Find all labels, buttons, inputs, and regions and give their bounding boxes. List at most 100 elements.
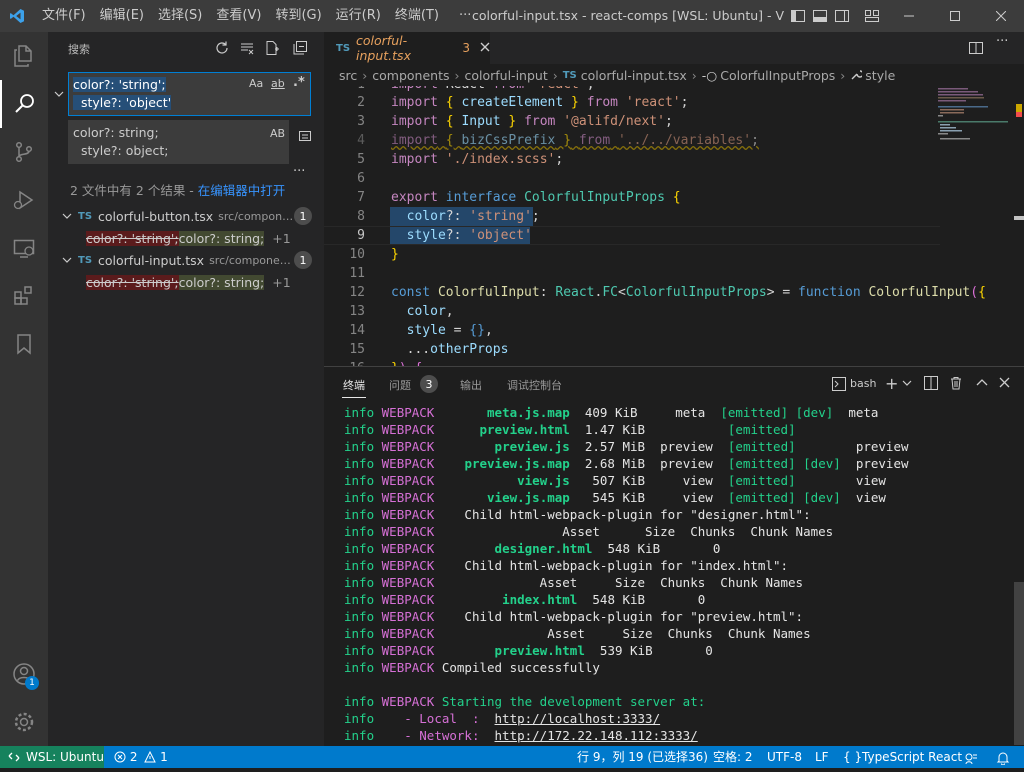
end-of-line[interactable]: LF (815, 746, 829, 768)
terminal-line: info WEBPACK preview.html 1.47 KiB [emit… (344, 422, 796, 437)
result-file-item[interactable]: TS colorful-input.tsx src/components/col… (62, 249, 320, 271)
accounts-icon[interactable]: 1 (0, 650, 48, 698)
language-mode[interactable]: TypeScript React (862, 746, 962, 768)
result-match-item[interactable]: color?: 'string';color?: string; +1 (86, 231, 291, 246)
preserve-case-button[interactable]: AB (270, 125, 285, 143)
bookmarks-icon[interactable] (0, 320, 48, 368)
terminal-line: info WEBPACK Compiled successfully (344, 660, 600, 675)
kill-terminal-trash-icon[interactable] (949, 376, 963, 394)
run-debug-icon[interactable] (0, 176, 48, 224)
terminal-output[interactable]: info WEBPACK meta.js.map 409 KiB meta [e… (344, 404, 1014, 747)
tab-terminal[interactable]: 终端 (343, 377, 365, 393)
source-control-icon[interactable] (0, 128, 48, 176)
result-file-item[interactable]: TS colorful-button.tsx src/components/co… (62, 205, 320, 227)
results-summary: 2 文件中有 2 个结果 - 在编辑器中打开 (70, 183, 286, 198)
breadcrumb-item[interactable]: ColorfulInputProps (720, 68, 835, 83)
code-line: 9 style?: 'object' (357, 228, 532, 243)
replace-line-2: style?: object; (80, 143, 169, 158)
indentation[interactable]: 空格: 2 (713, 746, 753, 768)
terminal-line: info WEBPACK preview.js.map 2.68 MiB pre… (344, 456, 909, 471)
toggle-primary-sidebar-icon[interactable] (790, 8, 806, 24)
window-title: colorful-input.tsx - react-comps [WSL: U… (472, 8, 784, 23)
cursor-position[interactable]: 行 9，列 19 (已选择36) (577, 746, 708, 768)
more-actions-icon[interactable]: ··· (996, 34, 1008, 49)
breadcrumb-item[interactable]: style (865, 68, 895, 83)
explorer-icon[interactable] (0, 32, 48, 80)
terminal-dropdown-chevron-icon[interactable] (902, 377, 912, 392)
toggle-panel-icon[interactable] (812, 8, 828, 24)
tab-problems-count: 3 (462, 41, 470, 55)
problems-status[interactable]: 2 1 (114, 746, 168, 768)
match-case-button[interactable]: Aa (249, 77, 263, 90)
bottom-panel: 终端 问题 3 输出 调试控制台 bash + info WEBPACK met… (324, 366, 1024, 746)
new-search-editor-icon[interactable] (264, 40, 280, 56)
replace-input[interactable]: color?: string; style?: object; AB (68, 120, 289, 164)
code-editor[interactable]: 1import React from 'react'; 2import { cr… (324, 86, 1024, 366)
minimap[interactable] (934, 86, 1014, 366)
search-input[interactable]: color?: 'string'; style?: 'object' Aa ab… (68, 72, 311, 116)
tab-output[interactable]: 输出 (460, 377, 482, 393)
split-terminal-icon[interactable] (924, 376, 938, 394)
refresh-icon[interactable] (214, 40, 230, 56)
tab-debug-console[interactable]: 调试控制台 (507, 377, 562, 393)
menu-view[interactable]: 查看(V) (209, 0, 268, 32)
tab-label: colorful-input.tsx (356, 33, 411, 63)
code-line: 15 ...otherProps (349, 342, 509, 357)
extensions-icon[interactable] (0, 272, 48, 320)
close-tab-icon[interactable] (480, 41, 490, 56)
code-line: 16}) { (324, 359, 940, 366)
menu-run[interactable]: 运行(R) (329, 0, 388, 32)
collapse-all-icon[interactable] (292, 40, 308, 56)
replace-all-icon[interactable] (297, 128, 313, 148)
terminal-shell-name[interactable]: bash (850, 377, 876, 390)
search-view-icon[interactable] (0, 80, 48, 128)
toggle-replace-chevron-icon[interactable] (53, 88, 65, 104)
notifications-bell-icon[interactable] (996, 750, 1010, 772)
code-line: 8 color?: 'string'; (357, 209, 540, 224)
close-window-button[interactable] (978, 0, 1024, 32)
result-match-item[interactable]: color?: 'string';color?: string; +1 (86, 275, 291, 290)
breadcrumb-item[interactable]: colorful-input.tsx (581, 68, 687, 83)
sidebar-title: 搜索 (68, 43, 90, 56)
remote-indicator[interactable]: WSL: Ubuntu (0, 746, 104, 768)
menu-terminal[interactable]: 终端(T) (388, 0, 446, 32)
editor-tab-bar: TS colorful-input.tsx 3 ··· (324, 32, 1024, 64)
code-line: 5 import './index.scss'; (357, 152, 564, 167)
terminal-line: info WEBPACK index.html 548 KiB 0 (344, 592, 706, 607)
new-terminal-icon[interactable]: + (885, 374, 898, 393)
code-line: 2 import { createElement } from 'react'; (357, 95, 689, 110)
tab-problems[interactable]: 问题 (389, 377, 411, 393)
remote-explorer-icon[interactable] (0, 224, 48, 272)
use-regex-button[interactable]: .* (293, 75, 305, 90)
customize-layout-icon[interactable] (864, 8, 880, 24)
maximize-panel-chevron-up-icon[interactable] (976, 377, 988, 393)
match-whole-word-button[interactable]: ab (271, 77, 285, 90)
menu-file[interactable]: 文件(F) (35, 0, 93, 32)
result-file-name: colorful-input.tsx (98, 252, 205, 268)
vscode-logo-icon (0, 0, 34, 32)
breadcrumb-item[interactable]: components (372, 68, 449, 83)
language-braces-icon: { } (843, 750, 863, 764)
feedback-icon[interactable] (964, 750, 978, 772)
terminal-line: info WEBPACK Starting the development se… (344, 694, 706, 709)
menu-selection[interactable]: 选择(S) (151, 0, 209, 32)
terminal-scrollbar[interactable] (1014, 582, 1024, 745)
search-query-line-1: color?: 'string'; (73, 77, 166, 92)
editor-scrollbar[interactable] (1014, 86, 1024, 366)
close-panel-icon[interactable] (999, 377, 1010, 392)
toggle-secondary-sidebar-icon[interactable] (834, 8, 850, 24)
typescript-file-icon: TS (78, 254, 93, 266)
breadcrumb-item[interactable]: src (339, 68, 357, 83)
more-options-icon[interactable]: ··· (293, 164, 305, 179)
split-editor-icon[interactable] (968, 40, 984, 60)
breadcrumb-item[interactable]: colorful-input (464, 68, 547, 83)
manage-gear-icon[interactable] (0, 698, 48, 746)
tab-colorful-input[interactable]: TS colorful-input.tsx 3 (324, 32, 490, 64)
menu-go[interactable]: 转到(G) (268, 0, 328, 32)
open-in-editor-link[interactable]: 在编辑器中打开 (198, 183, 286, 198)
minimize-button[interactable] (886, 0, 932, 32)
encoding[interactable]: UTF-8 (767, 746, 802, 768)
menu-edit[interactable]: 编辑(E) (93, 0, 151, 32)
clear-results-icon[interactable] (239, 40, 255, 56)
maximize-button[interactable] (932, 0, 978, 32)
